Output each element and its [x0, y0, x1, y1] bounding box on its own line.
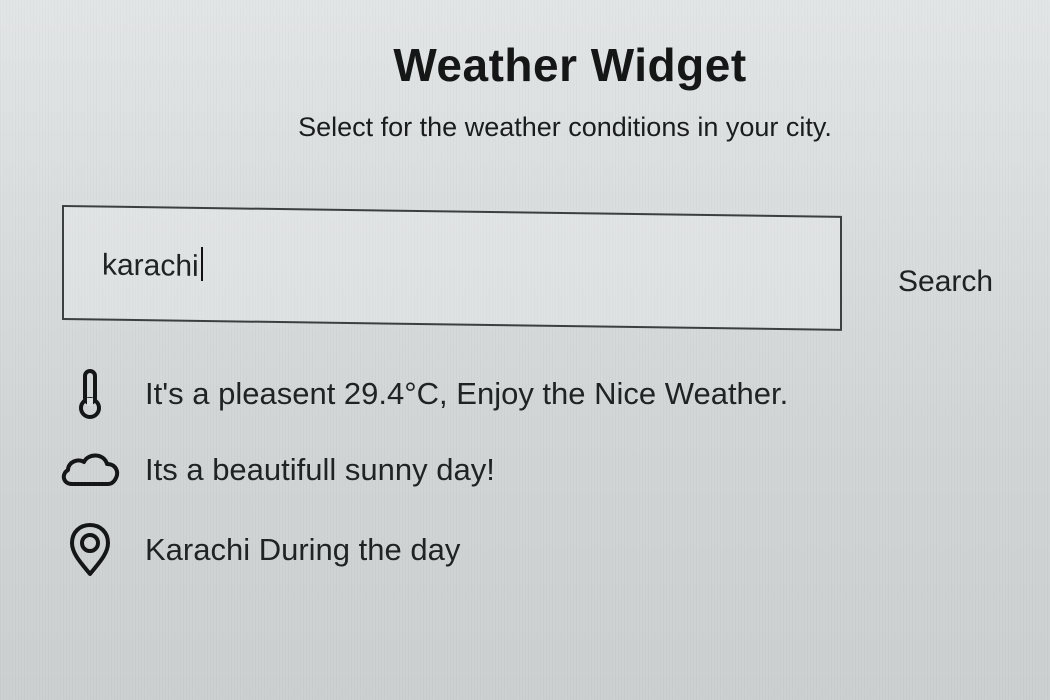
page-title: Weather Widget	[393, 39, 747, 91]
weather-widget-screen: Weather Widget Select for the weather co…	[0, 0, 1050, 700]
condition-row: Its a beautifull sunny day!	[55, 440, 495, 500]
location-pin-icon	[55, 522, 125, 578]
cloud-icon	[55, 442, 125, 498]
text-caret	[200, 246, 203, 281]
search-button[interactable]: Search	[898, 265, 993, 299]
condition-text: Its a beautifull sunny day!	[145, 452, 495, 487]
page-subtitle: Select for the weather conditions in you…	[298, 112, 832, 142]
city-search-input[interactable]: karachi	[62, 205, 842, 331]
location-row: Karachi During the day	[55, 520, 460, 580]
temperature-row: It's a pleasent 29.4°C, Enjoy the Nice W…	[55, 364, 788, 424]
thermometer-icon	[55, 366, 125, 422]
search-row: karachi Search	[62, 205, 1022, 331]
city-search-value: karachi	[102, 246, 203, 284]
location-text: Karachi During the day	[145, 532, 461, 567]
temperature-text: It's a pleasent 29.4°C, Enjoy the Nice W…	[145, 376, 789, 411]
